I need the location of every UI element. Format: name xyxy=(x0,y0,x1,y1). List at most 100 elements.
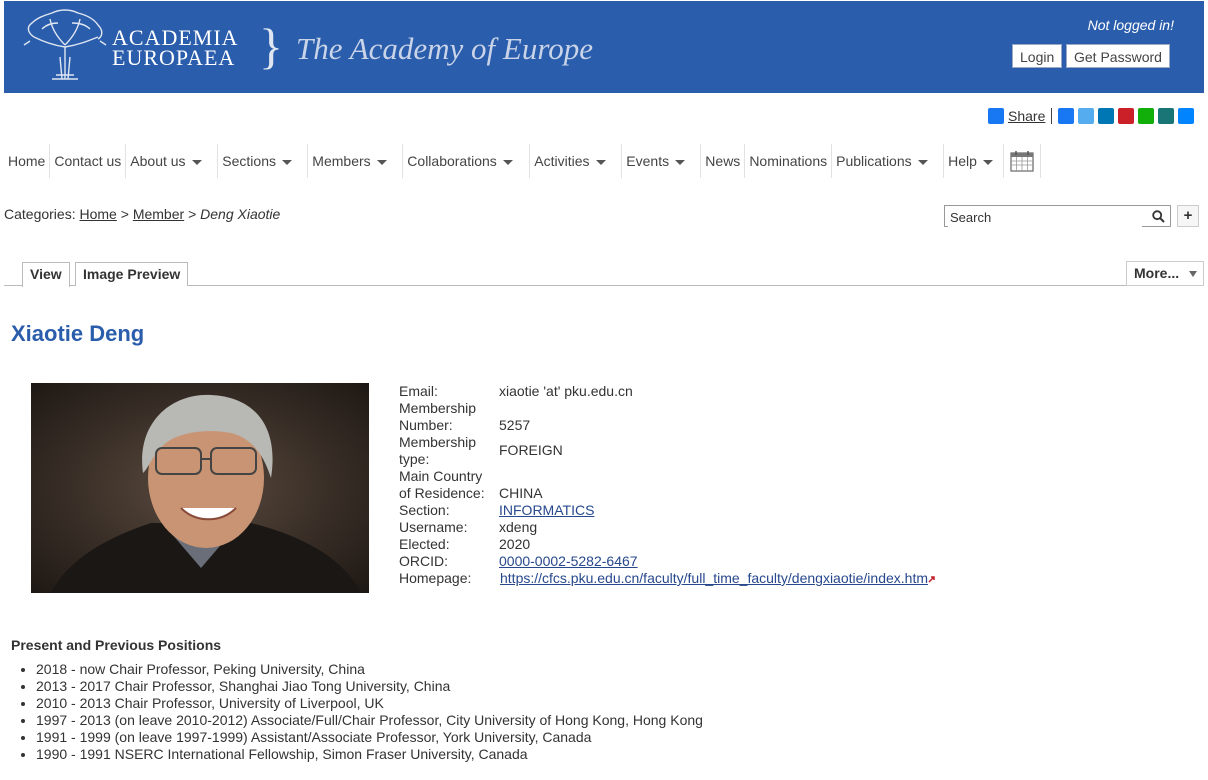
linkedin-share-icon[interactable] xyxy=(1098,108,1115,124)
detail-label: Membership Number: xyxy=(399,400,477,433)
more-menu-button[interactable]: More... xyxy=(1126,261,1204,286)
nav-label: Help xyxy=(948,153,977,169)
tab-image-preview[interactable]: Image Preview xyxy=(75,262,189,286)
detail-row-membership-type: Membership type: FOREIGN xyxy=(399,434,935,468)
detail-row-elected: Elected: 2020 xyxy=(399,536,935,553)
detail-value: FOREIGN xyxy=(499,442,563,458)
nav-publications[interactable]: Publications xyxy=(832,144,945,178)
tab-view[interactable]: View xyxy=(22,262,70,287)
logo-line-2: EUROPAEA xyxy=(112,45,236,70)
tree-logo-icon xyxy=(23,9,107,80)
detail-row-orcid: ORCID: 0000-0002-5282-6467 xyxy=(399,553,935,570)
nav-activities[interactable]: Activities xyxy=(530,144,623,178)
nav-nominations[interactable]: Nominations xyxy=(745,144,833,178)
logo-wordmark: ACADEMIA EUROPAEA xyxy=(112,27,239,70)
share-icon[interactable] xyxy=(988,108,1004,124)
share-link[interactable]: Share xyxy=(1008,108,1045,124)
nav-contact-us[interactable]: Contact us xyxy=(50,144,127,178)
page-title: Xiaotie Deng xyxy=(11,321,145,346)
logo-brace: } xyxy=(259,18,283,74)
login-button[interactable]: Login xyxy=(1012,44,1063,68)
list-item: 2018 - now Chair Professor, Peking Unive… xyxy=(36,661,703,678)
list-item: 2010 - 2013 Chair Professor, University … xyxy=(36,695,703,712)
nav-label: Contact us xyxy=(54,153,122,169)
search-input[interactable] xyxy=(948,207,1142,227)
detail-label: Membership type: xyxy=(399,434,477,467)
nav-label: Sections xyxy=(222,153,276,169)
nav-calendar[interactable] xyxy=(1004,144,1042,178)
twitter-share-icon[interactable] xyxy=(1078,108,1095,124)
detail-row-section: Section: INFORMATICS xyxy=(399,502,935,519)
share-bar: Share xyxy=(988,107,1198,125)
section-link[interactable]: INFORMATICS xyxy=(499,502,594,519)
nav-members[interactable]: Members xyxy=(308,144,404,178)
messenger-share-icon[interactable] xyxy=(1178,108,1195,124)
nav-label: Members xyxy=(312,153,371,169)
breadcrumb-member[interactable]: Member xyxy=(133,206,184,222)
get-password-button[interactable]: Get Password xyxy=(1066,44,1170,68)
breadcrumb-separator: > xyxy=(188,206,197,222)
chevron-down-icon xyxy=(376,159,387,165)
detail-label: ORCID: xyxy=(399,553,448,569)
breadcrumb: Categories: Home > Member > Deng Xiaotie xyxy=(4,206,280,222)
add-button[interactable]: + xyxy=(1177,205,1199,227)
detail-label: Username: xyxy=(399,519,468,535)
chevron-down-icon xyxy=(282,159,292,165)
detail-value: xiaotie 'at' pku.edu.cn xyxy=(499,383,633,399)
member-portrait xyxy=(31,383,369,593)
nav-sections[interactable]: Sections xyxy=(218,144,309,178)
nav-home[interactable]: Home xyxy=(4,144,51,178)
nav-label: News xyxy=(705,153,741,169)
nav-label: About us xyxy=(130,153,186,169)
detail-row-homepage: Homepage: https://cfcs.pku.edu.cn/facult… xyxy=(399,570,935,587)
breadcrumb-current: Deng Xiaotie xyxy=(200,206,281,222)
chevron-down-icon xyxy=(982,159,993,165)
positions-list: 2018 - now Chair Professor, Peking Unive… xyxy=(0,661,703,763)
positions-heading: Present and Previous Positions xyxy=(11,637,222,653)
detail-label: Email: xyxy=(399,383,438,399)
nav-news[interactable]: News xyxy=(701,144,746,178)
nav-label: Collaborations xyxy=(407,153,497,169)
nav-label: Activities xyxy=(534,153,590,169)
login-status: Not logged in! xyxy=(1087,17,1174,33)
detail-label: Section: xyxy=(399,502,450,518)
facebook-share-icon[interactable] xyxy=(1058,108,1075,124)
external-link-icon xyxy=(928,576,935,583)
whatsapp-share-icon[interactable] xyxy=(1138,108,1155,124)
nav-about-us[interactable]: About us xyxy=(126,144,219,178)
chevron-down-icon xyxy=(595,159,606,165)
list-item: 1991 - 1999 (on leave 1997-1999) Assista… xyxy=(36,729,703,746)
calendar-icon xyxy=(1010,151,1034,172)
detail-row-email: Email: xiaotie 'at' pku.edu.cn xyxy=(399,383,935,400)
detail-value: CHINA xyxy=(499,485,543,501)
chevron-down-icon xyxy=(502,159,513,165)
pinterest-share-icon[interactable] xyxy=(1118,108,1135,124)
nav-label: Home xyxy=(8,153,46,169)
chevron-down-icon xyxy=(917,159,928,165)
detail-value: 2020 xyxy=(499,536,531,552)
list-item: 2013 - 2017 Chair Professor, Shanghai Ji… xyxy=(36,678,703,695)
nav-help[interactable]: Help xyxy=(944,144,1005,178)
detail-label: Main Country of Residence: xyxy=(399,468,485,501)
more-label: More... xyxy=(1134,265,1180,281)
nav-events[interactable]: Events xyxy=(622,144,702,178)
xing-share-icon[interactable] xyxy=(1158,108,1175,124)
detail-value: xdeng xyxy=(499,519,538,535)
share-divider xyxy=(1051,108,1053,124)
detail-row-membership-number: Membership Number: 5257 xyxy=(399,400,935,434)
orcid-link[interactable]: 0000-0002-5282-6467 xyxy=(499,553,638,570)
chevron-down-icon xyxy=(191,159,202,165)
nav-label: Events xyxy=(626,153,670,169)
chevron-down-icon xyxy=(1189,271,1197,277)
chevron-down-icon xyxy=(675,159,686,165)
detail-value: 5257 xyxy=(499,417,531,433)
detail-label: Homepage: xyxy=(399,570,472,586)
search-icon[interactable] xyxy=(1152,210,1165,223)
detail-label: Elected: xyxy=(399,536,450,552)
homepage-link[interactable]: https://cfcs.pku.edu.cn/faculty/full_tim… xyxy=(499,570,928,587)
logo-tagline: The Academy of Europe xyxy=(296,31,594,66)
breadcrumb-home[interactable]: Home xyxy=(79,206,116,222)
nav-collaborations[interactable]: Collaborations xyxy=(403,144,531,178)
detail-row-username: Username: xdeng xyxy=(399,519,935,536)
breadcrumb-prefix: Categories: xyxy=(4,206,76,222)
